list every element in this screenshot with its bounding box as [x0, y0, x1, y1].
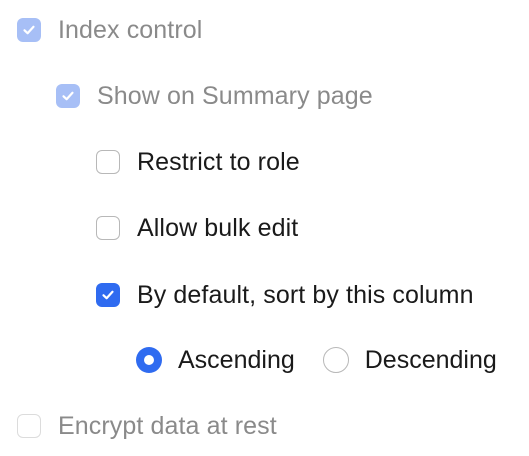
show-on-summary-option[interactable]: Show on Summary page — [56, 82, 373, 110]
sort-descending-label: Descending — [364, 346, 497, 374]
settings-panel: Index control Show on Summary page Restr… — [0, 0, 529, 456]
sort-descending-radio[interactable] — [322, 347, 349, 373]
default-sort-checkbox[interactable] — [96, 283, 120, 307]
sort-direction-radio-group: Ascending Descending — [136, 346, 497, 374]
default-sort-option[interactable]: By default, sort by this column — [96, 281, 474, 309]
show-on-summary-checkbox[interactable] — [56, 84, 80, 108]
allow-bulk-edit-checkbox[interactable] — [96, 216, 120, 240]
allow-bulk-edit-label: Allow bulk edit — [137, 214, 299, 242]
sort-descending-option[interactable]: Descending — [322, 346, 497, 374]
radio-dot-icon — [144, 355, 154, 365]
restrict-to-role-label: Restrict to role — [137, 148, 300, 176]
restrict-to-role-option[interactable]: Restrict to role — [96, 148, 300, 176]
index-control-label: Index control — [58, 16, 203, 44]
checkmark-icon — [102, 290, 114, 300]
default-sort-label: By default, sort by this column — [137, 281, 474, 309]
sort-ascending-radio[interactable] — [136, 347, 162, 373]
encrypt-at-rest-option[interactable]: Encrypt data at rest — [17, 412, 277, 440]
sort-ascending-label: Ascending — [178, 346, 295, 374]
encrypt-at-rest-checkbox[interactable] — [17, 414, 41, 438]
allow-bulk-edit-option[interactable]: Allow bulk edit — [96, 214, 298, 242]
index-control-option[interactable]: Index control — [17, 16, 202, 44]
sort-ascending-option[interactable]: Ascending — [136, 346, 295, 374]
checkmark-icon — [62, 91, 74, 101]
show-on-summary-label: Show on Summary page — [97, 82, 373, 110]
encrypt-at-rest-label: Encrypt data at rest — [58, 412, 277, 440]
checkmark-icon — [23, 25, 35, 35]
restrict-to-role-checkbox[interactable] — [96, 150, 120, 174]
index-control-checkbox[interactable] — [17, 18, 41, 42]
